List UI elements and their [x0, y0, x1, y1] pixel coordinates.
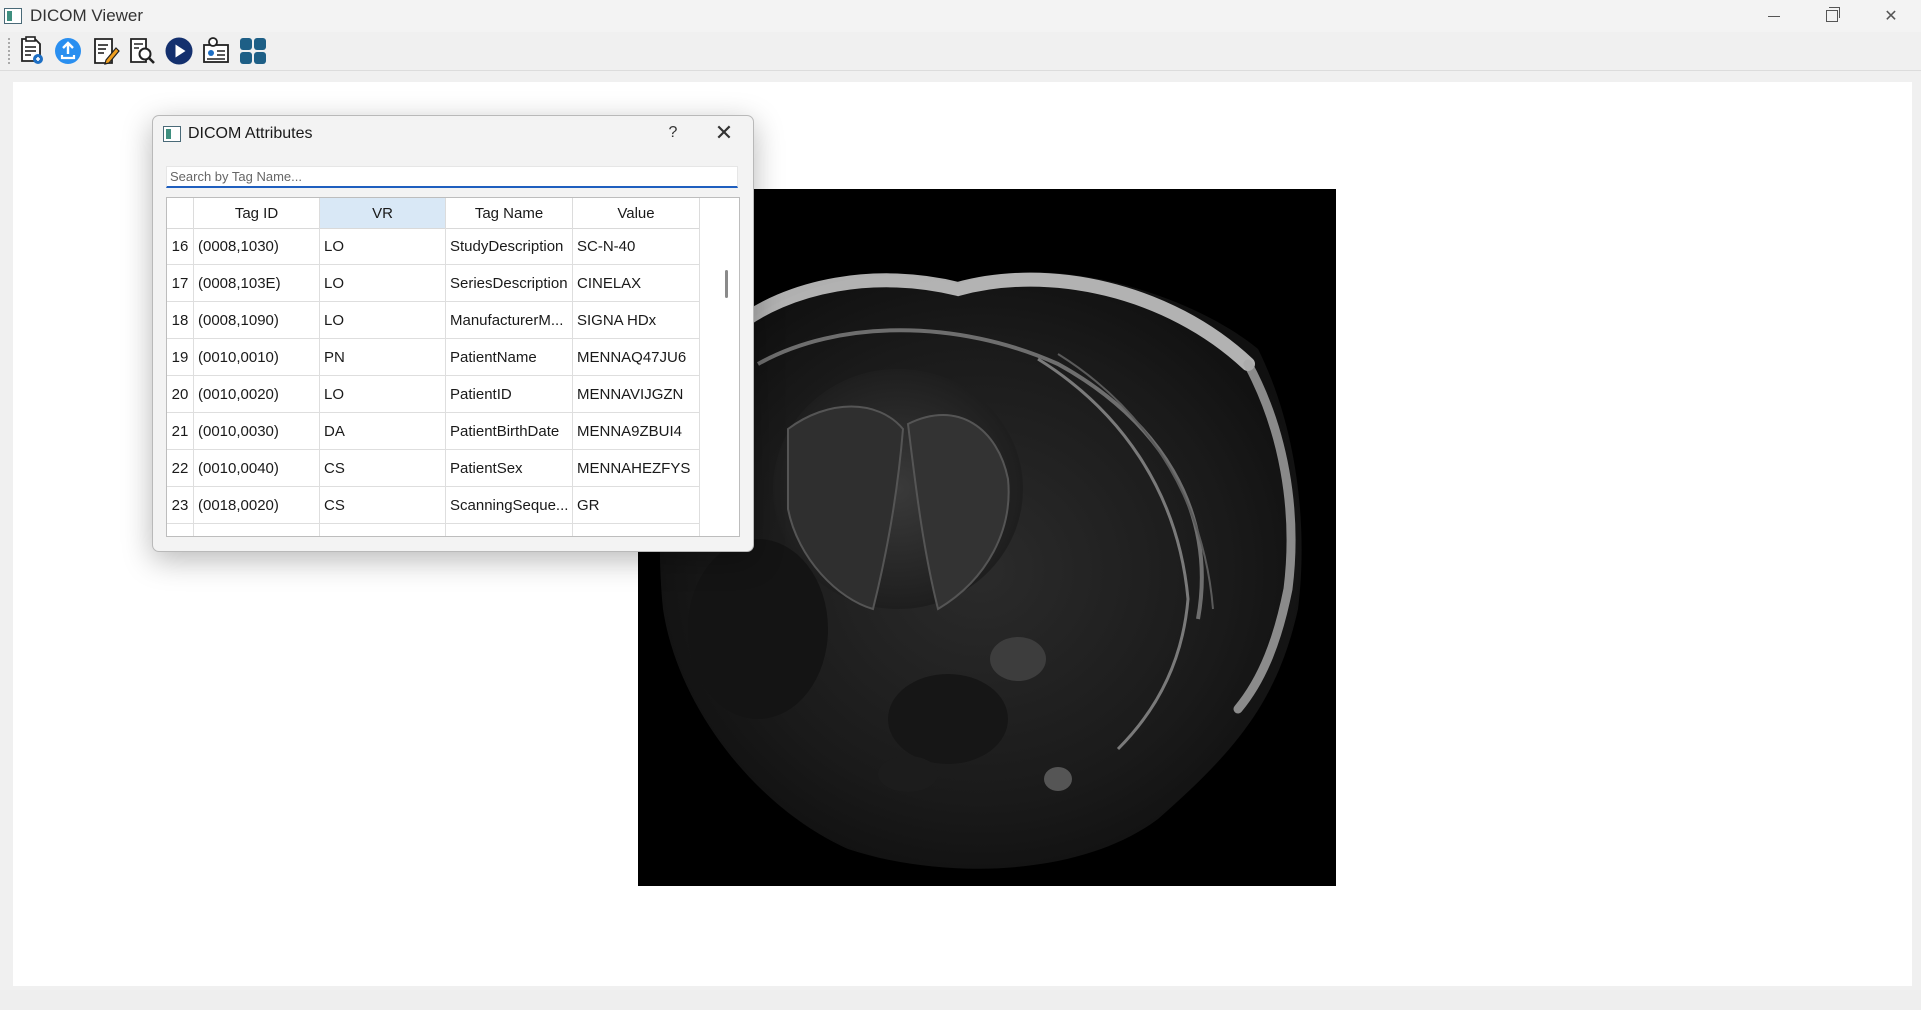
dialog-app-icon	[163, 126, 181, 142]
vr-cell[interactable]: CS	[320, 487, 446, 523]
tag-id-cell[interactable]: (0008,103E)	[194, 265, 320, 301]
tag-id-cell[interactable]: (0008,1030)	[194, 228, 320, 264]
tag-id-cell[interactable]: (0010,0030)	[194, 413, 320, 449]
value-cell[interactable]: MENNAQ47JU6	[573, 339, 700, 375]
row-index[interactable]: 24	[167, 524, 194, 536]
row-index[interactable]: 17	[167, 265, 194, 301]
corner-header[interactable]	[167, 198, 194, 228]
column-header-tag-id[interactable]: Tag ID	[194, 198, 320, 228]
close-icon: ✕	[714, 120, 734, 145]
vr-cell[interactable]: LO	[320, 228, 446, 264]
table-header: Tag ID VR Tag Name Value	[167, 198, 700, 229]
tag-id-cell[interactable]: (0010,0010)	[194, 339, 320, 375]
minimize-icon	[1768, 15, 1780, 17]
help-icon: ?	[668, 124, 678, 141]
value-cell[interactable]: SC-N-40	[573, 228, 700, 264]
row-index[interactable]: 16	[167, 228, 194, 264]
value-cell[interactable]: MENNAHEZFYS	[573, 450, 700, 486]
table-row[interactable]: 24 (0018,0021) CS SequenceVariant SS	[167, 524, 700, 536]
search-input[interactable]	[166, 166, 738, 188]
vr-cell[interactable]: PN	[320, 339, 446, 375]
value-cell[interactable]: MENNAVIJGZN	[573, 376, 700, 412]
play-circle-icon	[165, 37, 193, 65]
tag-id-cell[interactable]: (0018,0020)	[194, 487, 320, 523]
open-file-button[interactable]	[14, 34, 48, 68]
edit-attributes-button[interactable]	[88, 34, 122, 68]
value-cell[interactable]: CINELAX	[573, 265, 700, 301]
title-bar: DICOM Viewer ✕	[0, 0, 1921, 32]
table-row[interactable]: 17 (0008,103E) LO SeriesDescription CINE…	[167, 265, 700, 302]
vr-cell[interactable]: LO	[320, 265, 446, 301]
vr-cell[interactable]: LO	[320, 376, 446, 412]
column-header-tag-name[interactable]: Tag Name	[446, 198, 573, 228]
tag-name-cell[interactable]: StudyDescription	[446, 228, 573, 264]
upload-circle-icon	[55, 38, 81, 64]
close-window-button[interactable]: ✕	[1862, 0, 1920, 32]
scrollbar-thumb[interactable]	[725, 270, 728, 298]
restore-icon	[1826, 7, 1840, 22]
table-body: 16 (0008,1030) LO StudyDescription SC-N-…	[167, 228, 700, 536]
table-row[interactable]: 19 (0010,0010) PN PatientName MENNAQ47JU…	[167, 339, 700, 376]
toolbar	[0, 32, 1921, 71]
search-attributes-button[interactable]	[125, 34, 159, 68]
grid-icon	[240, 38, 266, 64]
column-header-value[interactable]: Value	[573, 198, 700, 228]
table-row[interactable]: 22 (0010,0040) CS PatientSex MENNAHEZFYS	[167, 450, 700, 487]
minimize-button[interactable]	[1745, 0, 1803, 32]
tag-name-cell[interactable]: SeriesDescription	[446, 265, 573, 301]
user-id-card-icon	[203, 37, 229, 63]
app-title: DICOM Viewer	[30, 6, 144, 25]
vr-cell[interactable]: DA	[320, 413, 446, 449]
value-cell[interactable]: SIGNA HDx	[573, 302, 700, 338]
vr-cell[interactable]: CS	[320, 524, 446, 536]
app-icon	[4, 8, 22, 24]
status-strip	[0, 990, 1921, 1010]
maximize-button[interactable]	[1803, 0, 1861, 32]
tag-name-cell[interactable]: PatientID	[446, 376, 573, 412]
tag-name-cell[interactable]: ManufacturerM...	[446, 302, 573, 338]
tag-id-cell[interactable]: (0008,1090)	[194, 302, 320, 338]
tag-name-cell[interactable]: PatientName	[446, 339, 573, 375]
tag-name-cell[interactable]: SequenceVariant	[446, 524, 573, 536]
vr-cell[interactable]: LO	[320, 302, 446, 338]
edit-document-icon	[94, 38, 120, 65]
table-row[interactable]: 18 (0008,1090) LO ManufacturerM... SIGNA…	[167, 302, 700, 339]
toolbar-grip[interactable]	[8, 38, 13, 64]
play-button[interactable]	[162, 34, 196, 68]
tag-name-cell[interactable]: ScanningSeque...	[446, 487, 573, 523]
dialog-close-button[interactable]: ✕	[703, 118, 745, 148]
grid-view-button[interactable]	[236, 34, 270, 68]
tag-id-cell[interactable]: (0010,0020)	[194, 376, 320, 412]
vertical-scrollbar[interactable]	[711, 198, 739, 536]
document-search-icon	[130, 38, 155, 64]
tag-name-cell[interactable]: PatientBirthDate	[446, 413, 573, 449]
value-cell[interactable]: SS	[573, 524, 700, 536]
tag-name-cell[interactable]: PatientSex	[446, 450, 573, 486]
close-icon: ✕	[1884, 8, 1898, 25]
anonymize-button[interactable]	[199, 34, 233, 68]
dicom-attributes-dialog: DICOM Attributes ? ✕ Tag ID VR Tag Name …	[152, 115, 754, 552]
table-row[interactable]: 20 (0010,0020) LO PatientID MENNAVIJGZN	[167, 376, 700, 413]
document-open-icon	[21, 36, 43, 64]
row-index[interactable]: 23	[167, 487, 194, 523]
row-index[interactable]: 22	[167, 450, 194, 486]
table-row[interactable]: 16 (0008,1030) LO StudyDescription SC-N-…	[167, 228, 700, 265]
attributes-table: Tag ID VR Tag Name Value 16 (0008,1030) …	[166, 197, 740, 537]
help-button[interactable]: ?	[653, 118, 693, 148]
upload-button[interactable]	[51, 34, 85, 68]
row-index[interactable]: 21	[167, 413, 194, 449]
value-cell[interactable]: GR	[573, 487, 700, 523]
row-index[interactable]: 19	[167, 339, 194, 375]
row-index[interactable]: 20	[167, 376, 194, 412]
dialog-title: DICOM Attributes	[188, 125, 313, 142]
value-cell[interactable]: MENNA9ZBUI4	[573, 413, 700, 449]
vr-cell[interactable]: CS	[320, 450, 446, 486]
tag-id-cell[interactable]: (0018,0021)	[194, 524, 320, 536]
column-header-vr[interactable]: VR	[320, 198, 446, 228]
table-row[interactable]: 21 (0010,0030) DA PatientBirthDate MENNA…	[167, 413, 700, 450]
row-index[interactable]: 18	[167, 302, 194, 338]
tag-id-cell[interactable]: (0010,0040)	[194, 450, 320, 486]
table-row[interactable]: 23 (0018,0020) CS ScanningSeque... GR	[167, 487, 700, 524]
